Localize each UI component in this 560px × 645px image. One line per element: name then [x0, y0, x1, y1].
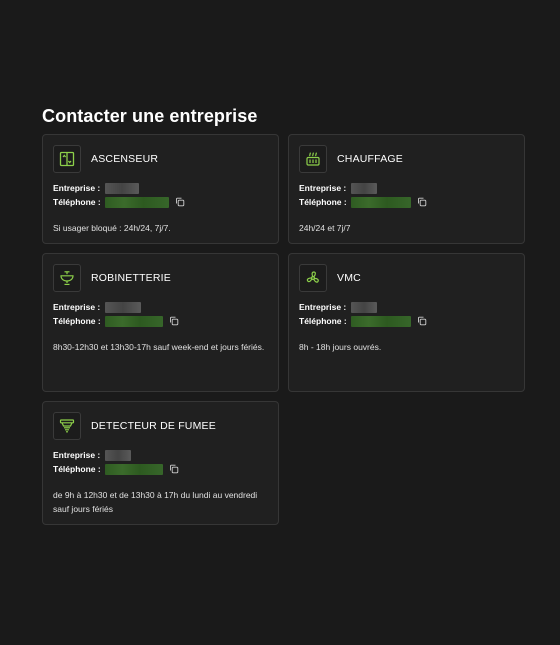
- card-title: CHAUFFAGE: [337, 153, 403, 165]
- company-label: Entreprise :: [299, 183, 349, 193]
- card-title: ROBINETTERIE: [91, 272, 171, 284]
- opening-hours: Si usager bloqué : 24h/24, 7j/7.: [53, 223, 171, 233]
- redacted-phone: [105, 463, 164, 475]
- phone-row: Téléphone :: [299, 314, 514, 328]
- copy-icon[interactable]: [417, 316, 427, 326]
- opening-hours: 8h30-12h30 et 13h30-17h sauf week-end et…: [53, 342, 265, 352]
- fan-icon: [299, 264, 327, 292]
- phone-row: Téléphone :: [53, 462, 268, 476]
- company-row: Entreprise :: [299, 181, 514, 195]
- redacted-company: [104, 301, 141, 313]
- company-label: Entreprise :: [53, 302, 103, 312]
- company-row: Entreprise :: [53, 300, 268, 314]
- elevator-icon: [53, 145, 81, 173]
- contact-card-vmc: VMC Entreprise : Téléphone : 8h - 18h jo…: [288, 253, 525, 392]
- opening-hours: de 9h à 12h30 et de 13h30 à 17h du lundi…: [53, 490, 258, 514]
- page-title: Contacter une entreprise: [42, 106, 258, 126]
- smoke-detector-icon: [53, 412, 81, 440]
- redacted-company: [350, 182, 377, 194]
- redacted-phone: [351, 196, 412, 208]
- company-label: Entreprise :: [53, 450, 103, 460]
- opening-hours: 24h/24 et 7j/7: [299, 223, 351, 233]
- copy-icon[interactable]: [169, 464, 179, 474]
- phone-label: Téléphone :: [53, 316, 104, 326]
- contact-card-detecteur-de-fumee: DETECTEUR DE FUMEE Entreprise : Téléphon…: [42, 401, 279, 525]
- redacted-phone: [105, 196, 170, 208]
- phone-row: Téléphone :: [53, 195, 268, 209]
- phone-label: Téléphone :: [53, 197, 104, 207]
- company-row: Entreprise :: [299, 300, 514, 314]
- redacted-company: [104, 449, 131, 461]
- company-row: Entreprise :: [53, 181, 268, 195]
- phone-label: Téléphone :: [299, 197, 350, 207]
- card-title: DETECTEUR DE FUMEE: [91, 420, 216, 432]
- redacted-company: [104, 182, 139, 194]
- contact-card-robinetterie: ROBINETTERIE Entreprise : Téléphone : 8h…: [42, 253, 279, 392]
- redacted-phone: [105, 315, 164, 327]
- copy-icon[interactable]: [175, 197, 185, 207]
- phone-row: Téléphone :: [53, 314, 268, 328]
- card-title: VMC: [337, 272, 361, 284]
- redacted-phone: [351, 315, 412, 327]
- phone-row: Téléphone :: [299, 195, 514, 209]
- phone-label: Téléphone :: [53, 464, 104, 474]
- contact-card-chauffage: CHAUFFAGE Entreprise : Téléphone : 24h/2…: [288, 134, 525, 244]
- contact-card-ascenseur: ASCENSEUR Entreprise : Téléphone : Si us…: [42, 134, 279, 244]
- company-label: Entreprise :: [53, 183, 103, 193]
- phone-label: Téléphone :: [299, 316, 350, 326]
- card-title: ASCENSEUR: [91, 153, 159, 165]
- company-label: Entreprise :: [299, 302, 349, 312]
- company-row: Entreprise :: [53, 448, 268, 462]
- redacted-company: [350, 301, 377, 313]
- opening-hours: 8h - 18h jours ouvrés.: [299, 342, 382, 352]
- copy-icon[interactable]: [169, 316, 179, 326]
- faucet-icon: [53, 264, 81, 292]
- copy-icon[interactable]: [417, 197, 427, 207]
- heater-icon: [299, 145, 327, 173]
